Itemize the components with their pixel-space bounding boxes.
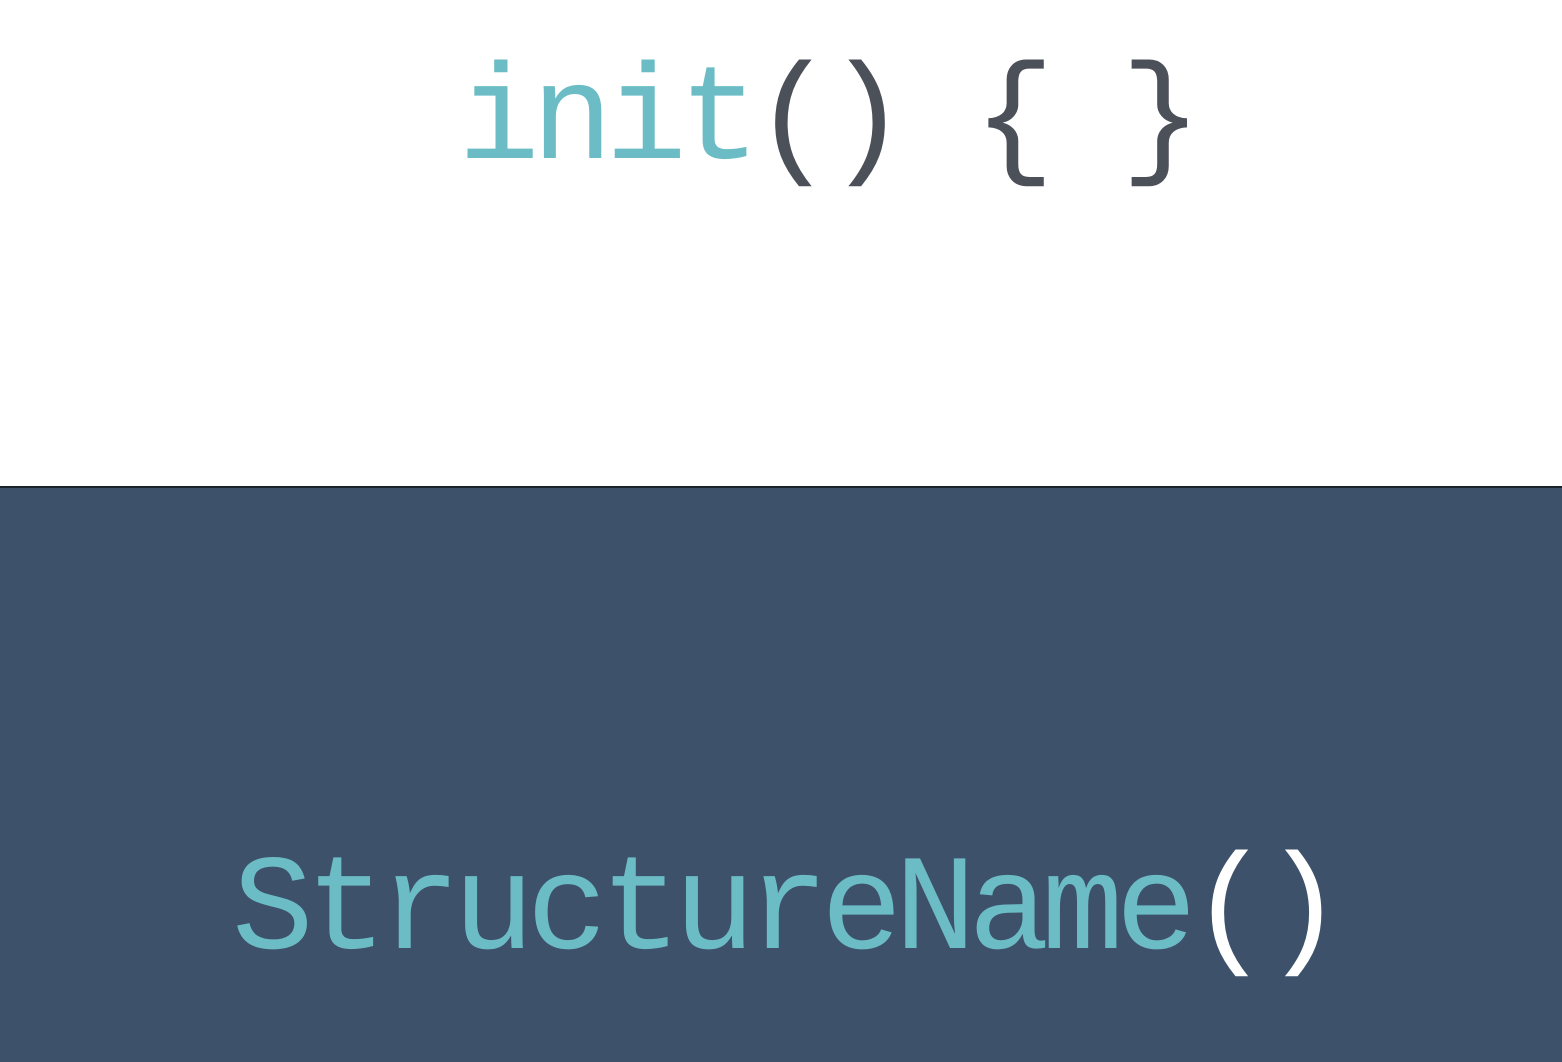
top-panel: init() { } <box>0 0 1562 486</box>
structure-call-code-line: StructureName() <box>232 844 1344 980</box>
init-keyword: init <box>458 45 760 199</box>
init-braces: { } <box>973 45 1202 199</box>
structure-name: StructureName <box>232 835 1197 989</box>
init-parens: () <box>752 45 907 199</box>
code-spacer <box>900 45 974 199</box>
structure-call-parens: () <box>1188 835 1344 989</box>
init-code-line: init() { } <box>458 54 1202 190</box>
